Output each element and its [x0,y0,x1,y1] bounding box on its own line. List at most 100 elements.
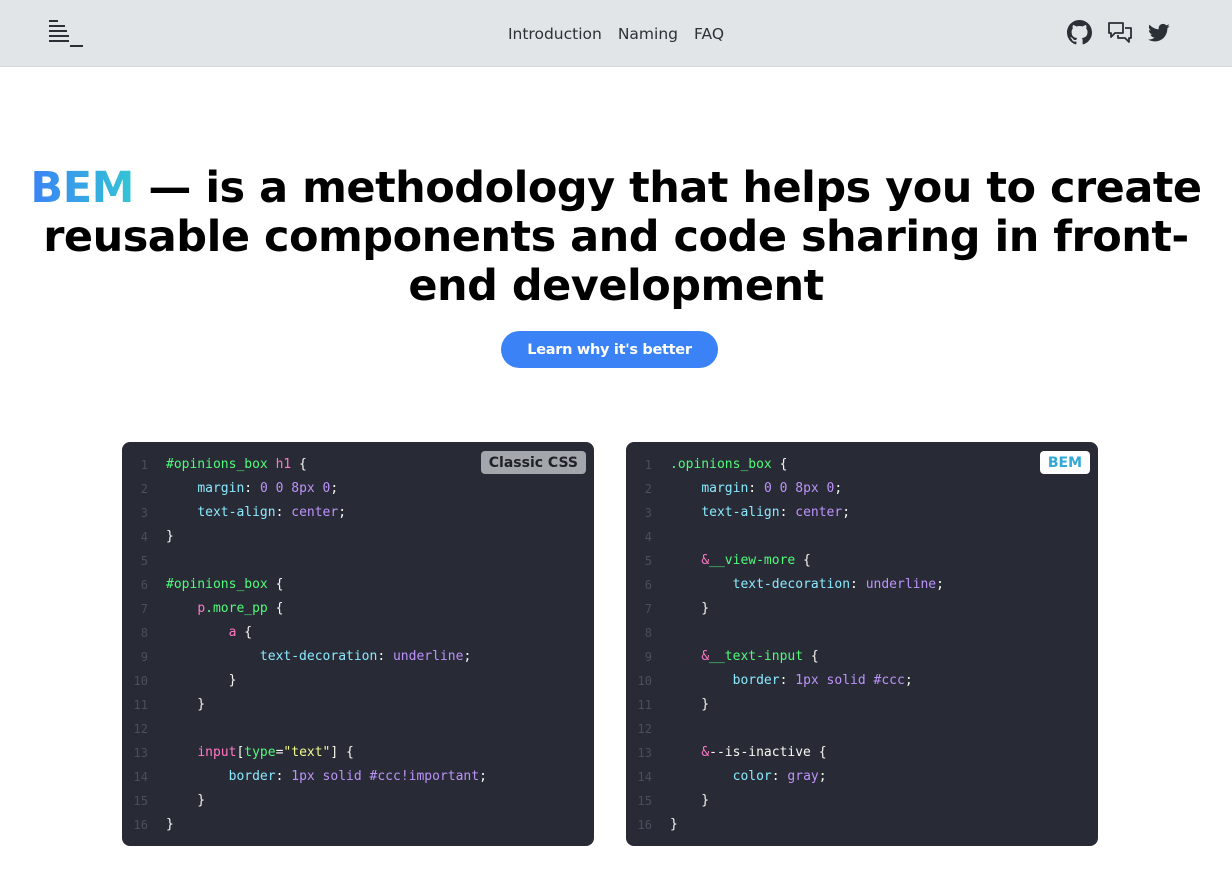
nav-link-introduction[interactable]: Introduction [508,25,602,43]
code-line: 15 } [122,789,594,813]
line-number: 11 [133,698,148,712]
line-number: 4 [644,530,652,544]
line-number: 14 [637,770,652,784]
line-number: 6 [644,578,652,592]
code-text: margin: 0 0 8px 0; [701,481,843,496]
line-number: 1 [644,458,652,472]
line-number: 16 [637,818,652,832]
code-line: 14 border: 1px solid #ccc!important; [122,765,594,789]
twitter-icon[interactable] [1148,23,1170,43]
hero-title-accent: BEM [30,163,134,213]
top-navigation-bar: Introduction Naming FAQ [0,0,1232,67]
code-line: 9 text-decoration: underline; [122,645,594,669]
line-number: 9 [140,650,148,664]
learn-why-button[interactable]: Learn why it's better [501,331,718,368]
code-text: &__text-input { [701,649,819,664]
code-line: 16} [122,813,594,837]
line-number: 5 [140,554,148,568]
line-number: 15 [133,794,148,808]
line-number: 16 [133,818,148,832]
line-number: 10 [133,674,148,688]
code-text: &__view-more { [701,553,811,568]
code-text: &--is-inactive { [701,745,827,760]
code-line: 7 p.more_pp { [122,597,594,621]
code-line: 2 margin: 0 0 8px 0; [122,477,594,501]
main-nav: Introduction Naming FAQ [0,0,1232,67]
code-line: 1 #opinions_box h1 { [122,453,594,477]
line-number: 2 [644,482,652,496]
line-number: 15 [637,794,652,808]
code-line: 6 text-decoration: underline; [626,573,1098,597]
code-text: border: 1px solid #ccc!important; [228,769,487,784]
code-line: 3 text-align: center; [626,501,1098,525]
line-number: 12 [133,722,148,736]
code-text: } [670,601,710,616]
code-line: 14 color: gray; [626,765,1098,789]
code-line: 6 #opinions_box { [122,573,594,597]
line-number: 13 [133,746,148,760]
line-number: 1 [140,458,148,472]
code-text: #opinions_box { [166,577,284,592]
code-line: 4 [626,525,1098,549]
code-line: 11 } [122,693,594,717]
line-number: 9 [644,650,652,664]
code-line: 7 } [626,597,1098,621]
hero-headline: BEM — is a methodology that helps you to… [0,164,1232,311]
code-line: 11 } [626,693,1098,717]
code-line: 10 border: 1px solid #ccc; [626,669,1098,693]
code-text: .opinions_box { [670,457,788,472]
code-line: 8 [626,621,1098,645]
code-text: } [166,529,174,544]
code-line: 10 } [122,669,594,693]
line-number: 14 [133,770,148,784]
line-number: 6 [140,578,148,592]
code-line: 5 &__view-more { [626,549,1098,573]
code-line: 9 &__text-input { [626,645,1098,669]
code-line: 3 text-align: center; [122,501,594,525]
code-text: input[type="text"] { [197,745,354,760]
classic-css-code-panel: Classic CSS 1 #opinions_box h1 {2 margin:… [122,442,594,846]
code-line: 2 margin: 0 0 8px 0; [626,477,1098,501]
bem-code-panel: BEM 1 .opinions_box {2 margin: 0 0 8px 0;… [626,442,1098,846]
code-text: text-align: center; [197,505,347,520]
code-text: } [166,697,206,712]
github-icon[interactable] [1067,20,1092,45]
code-text: } [166,673,237,688]
chat-icon[interactable] [1107,21,1133,45]
code-text: border: 1px solid #ccc; [732,673,913,688]
code-text: a { [228,625,253,640]
line-number: 12 [637,722,652,736]
line-number: 4 [140,530,148,544]
code-line: 4} [122,525,594,549]
code-text: text-align: center; [701,505,851,520]
code-text: } [670,697,710,712]
line-number: 7 [644,602,652,616]
code-text: } [670,793,710,808]
code-line: 8 a { [122,621,594,645]
code-text: text-decoration: underline; [259,649,472,664]
line-number: 3 [140,506,148,520]
code-line: 12 [122,717,594,741]
code-line: 13 input[type="text"] { [122,741,594,765]
code-line: 1 .opinions_box { [626,453,1098,477]
code-line: 5 [122,549,594,573]
code-text: text-decoration: underline; [732,577,944,592]
code-line: 16} [626,813,1098,837]
code-text: } [166,793,206,808]
classic-css-code: 1 #opinions_box h1 {2 margin: 0 0 8px 0; 3… [122,453,594,837]
code-line: 15 } [626,789,1098,813]
social-icons [1067,20,1170,45]
code-text: p.more_pp { [197,601,284,616]
code-text: margin: 0 0 8px 0; [197,481,339,496]
line-number: 7 [140,602,148,616]
bem-logo-icon[interactable] [49,20,83,48]
code-line: 13 &--is-inactive { [626,741,1098,765]
code-text: } [670,817,678,832]
nav-link-naming[interactable]: Naming [618,25,678,43]
nav-link-faq[interactable]: FAQ [694,25,724,43]
line-number: 3 [644,506,652,520]
